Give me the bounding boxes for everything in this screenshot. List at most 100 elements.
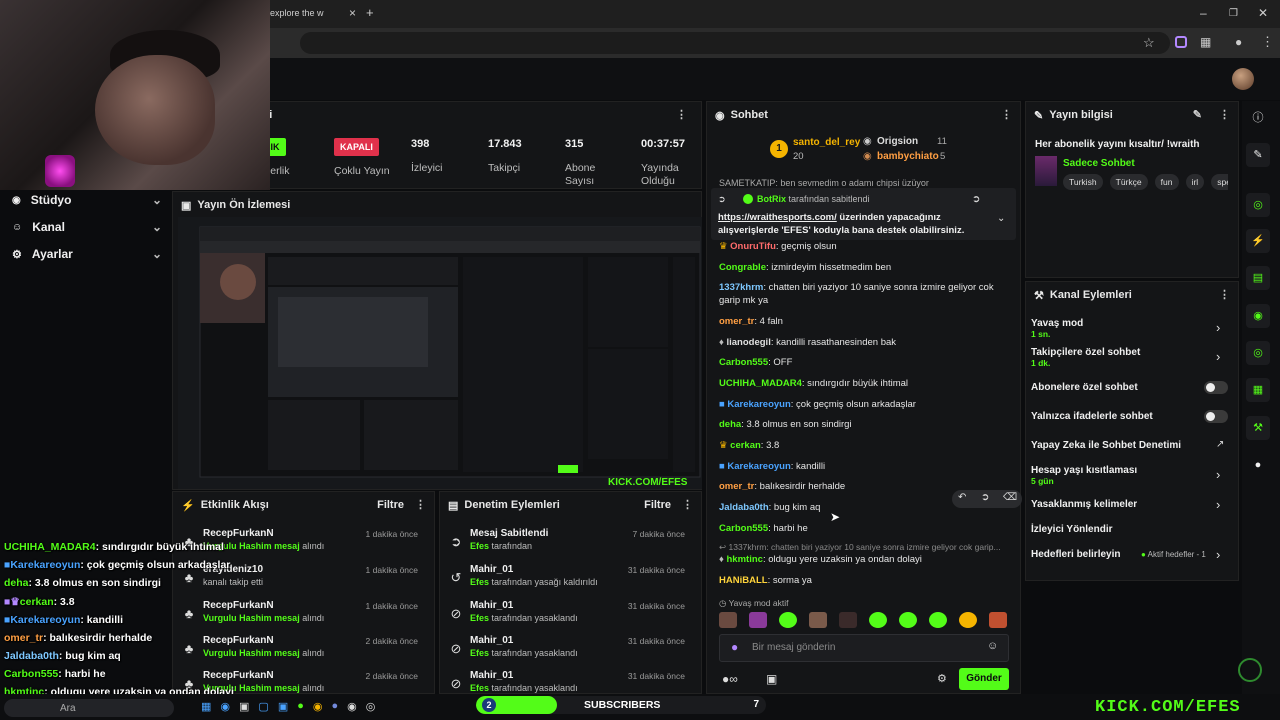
category-name[interactable]: Sadece Sohbet: [1063, 158, 1135, 169]
steam-icon[interactable]: ◉: [347, 700, 357, 713]
maximize-icon[interactable]: ❐: [1229, 8, 1238, 19]
emote-icon[interactable]: [929, 612, 947, 628]
pin-icon[interactable]: ➲: [981, 492, 989, 503]
delete-icon[interactable]: ⌫: [1003, 492, 1017, 503]
layout-icon[interactable]: ▦: [1246, 378, 1270, 402]
activity-user[interactable]: RecepFurkanN: [203, 670, 274, 681]
activity-user[interactable]: RecepFurkanN: [203, 528, 274, 539]
external-link-icon[interactable]: ↗: [1216, 439, 1224, 450]
activity-filter-button[interactable]: Filtre: [377, 499, 404, 511]
more-options-icon[interactable]: ⋮: [1219, 288, 1230, 301]
store-icon[interactable]: ▣: [766, 672, 777, 686]
avatar[interactable]: [1232, 68, 1254, 90]
chat-message[interactable]: omer_tr: 4 faln: [719, 315, 1014, 328]
minimize-icon[interactable]: –: [1200, 6, 1207, 20]
spotify-icon[interactable]: ●: [297, 700, 304, 713]
host-row[interactable]: İzleyici Yönlendir: [1031, 524, 1231, 535]
window-close-icon[interactable]: ✕: [1258, 6, 1268, 20]
followers-only-row[interactable]: Takipçilere özel sohbet 1 dk.: [1031, 347, 1231, 368]
chevron-down-icon[interactable]: ⌄: [997, 213, 1005, 224]
emote-icon[interactable]: [989, 612, 1007, 628]
moderation-target[interactable]: Mahir_01: [470, 635, 513, 646]
microphone-icon[interactable]: ●: [731, 640, 738, 654]
windows-icon[interactable]: ▦: [201, 700, 211, 713]
chat-message[interactable]: ♦ lianodegil: kandilli rasathanesinden b…: [719, 336, 1014, 349]
chat-message[interactable]: UCHIHA_MADAR4: sındırgıdır büyük ihtimal: [719, 377, 1014, 390]
chrome-icon[interactable]: ◉: [313, 700, 323, 713]
profile-icon[interactable]: ●: [1235, 35, 1242, 49]
nav-item-studio[interactable]: ◉ Stüdyo ⌄: [12, 193, 162, 207]
users-icon[interactable]: ●: [1246, 453, 1270, 477]
tag[interactable]: Türkçe: [1109, 174, 1148, 190]
document-icon[interactable]: ▤: [1246, 266, 1270, 290]
ai-moderation-row[interactable]: Yapay Zeka ile Sohbet Denetimi: [1031, 440, 1231, 451]
chat-message[interactable]: Carbon555: OFF: [719, 356, 1014, 369]
tag[interactable]: irl: [1185, 174, 1205, 190]
browser-tab-title[interactable]: explore the w: [270, 8, 324, 18]
chat-message[interactable]: Carbon555: harbi he: [719, 522, 1014, 535]
extensions-puzzle-icon[interactable]: ▦: [1200, 35, 1211, 49]
emote-icon[interactable]: [809, 612, 827, 628]
chevron-right-icon[interactable]: ›: [1216, 349, 1220, 364]
chat-message[interactable]: deha: 3.8 olmus en son sindirgi: [719, 418, 1014, 431]
moderation-filter-button[interactable]: Filtre: [644, 499, 671, 511]
emote-icon[interactable]: [779, 612, 797, 628]
chevron-right-icon[interactable]: ›: [1216, 320, 1220, 335]
nav-item-channel[interactable]: ☺ Kanal ⌄: [12, 220, 162, 234]
chevron-right-icon[interactable]: ›: [1216, 497, 1220, 512]
tag[interactable]: Turkish: [1063, 174, 1103, 190]
third-gifter-name[interactable]: bambychiato: [877, 151, 939, 162]
emote-icon[interactable]: [869, 612, 887, 628]
tag[interactable]: fun: [1154, 174, 1179, 190]
top-gifter-name[interactable]: santo_del_rey: [793, 137, 860, 148]
slow-mode-row[interactable]: Yavaş mod 1 sn.: [1031, 318, 1231, 339]
chevron-right-icon[interactable]: ›: [1216, 547, 1220, 562]
extension-icon[interactable]: [1175, 36, 1187, 48]
emotes-only-toggle[interactable]: [1204, 410, 1228, 423]
reply-icon[interactable]: ↶: [958, 492, 966, 503]
moderation-target[interactable]: Mahir_01: [470, 600, 513, 611]
emoji-icon[interactable]: ☺: [987, 640, 998, 652]
nav-item-settings[interactable]: ⚙ Ayarlar ⌄: [12, 247, 162, 261]
new-tab-button[interactable]: +: [366, 5, 374, 20]
emote-icon[interactable]: [719, 612, 737, 628]
activity-user[interactable]: RecepFurkanN: [203, 635, 274, 646]
goals-row[interactable]: Hedefleri belirleyin: [1031, 549, 1141, 560]
gear-icon[interactable]: ⚙: [937, 672, 947, 685]
chat-message[interactable]: ■ Karekareoyun: kandilli: [719, 460, 1014, 473]
broadcast-icon[interactable]: ◎: [1246, 341, 1270, 365]
target-icon[interactable]: ◎: [1246, 193, 1270, 217]
emote-icon[interactable]: [749, 612, 767, 628]
bookmark-star-icon[interactable]: ☆: [1143, 35, 1155, 51]
account-age-row[interactable]: Hesap yaşı kısıtlaması 5 gün: [1031, 465, 1231, 486]
more-options-icon[interactable]: ⋮: [1219, 108, 1230, 121]
tab-close-icon[interactable]: ×: [349, 6, 356, 20]
more-options-icon[interactable]: ⋮: [415, 498, 426, 511]
chat-message[interactable]: HANiBALL: sorma ya: [719, 574, 1014, 587]
lightning-icon[interactable]: ⚡: [1246, 229, 1270, 253]
subscribers-only-toggle[interactable]: [1204, 381, 1228, 394]
chat-message[interactable]: ♛ cerkan: 3.8: [719, 439, 1014, 452]
chat-message[interactable]: Congrable: izmirdeyim hissetmedim ben: [719, 261, 1014, 274]
obs-icon[interactable]: ◎: [366, 700, 376, 713]
chat-message[interactable]: 1337khrm: chatten biri yaziyor 10 saniye…: [719, 281, 1014, 307]
emote-icon[interactable]: [959, 612, 977, 628]
discord-icon[interactable]: ●: [332, 700, 339, 713]
moderation-target[interactable]: Mesaj Sabitlendi: [470, 528, 548, 539]
address-bar[interactable]: [300, 32, 1170, 54]
refresh-icon[interactable]: [1238, 658, 1262, 682]
stream-preview-video[interactable]: KICK.COM/EFES: [178, 217, 702, 489]
more-options-icon[interactable]: ⋮: [682, 498, 693, 511]
info-icon[interactable]: ⓘ: [1246, 106, 1270, 130]
app-icon[interactable]: ▣: [239, 700, 249, 713]
category-thumbnail[interactable]: [1035, 156, 1057, 186]
more-options-icon[interactable]: ⋮: [1001, 108, 1012, 121]
banned-words-row[interactable]: Yasaklanmış kelimeler: [1031, 499, 1231, 510]
tag[interactable]: spe: [1211, 174, 1228, 190]
chat-bubble-icon[interactable]: ◉: [1246, 304, 1270, 328]
stat-multistream[interactable]: KAPALI Çoklu Yayın: [334, 138, 390, 178]
second-gifter-name[interactable]: Origsion: [877, 136, 918, 147]
chevron-right-icon[interactable]: ›: [1216, 467, 1220, 482]
chat-message[interactable]: ♦ hkmtinc: oldugu yere uzaksin ya ondan …: [719, 553, 1014, 566]
activity-user[interactable]: RecepFurkanN: [203, 600, 274, 611]
